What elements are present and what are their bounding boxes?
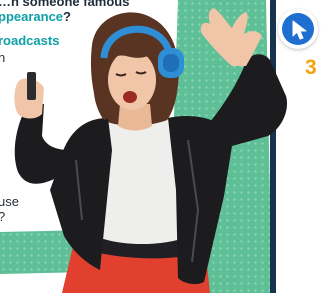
step-number: 3 bbox=[305, 56, 317, 79]
heading-line-2-accent: ppearance bbox=[0, 9, 64, 24]
scene: …n someone famous ppearance? roadcasts n… bbox=[0, 0, 325, 293]
mouth bbox=[123, 91, 137, 103]
heading-line-2: ppearance? bbox=[0, 9, 71, 24]
body-line-3: ? bbox=[0, 209, 5, 224]
heading-line-2-end: ? bbox=[63, 9, 71, 24]
cursor-button[interactable] bbox=[278, 9, 318, 49]
cursor-arrow-icon bbox=[292, 20, 307, 40]
heading-line-1: …n someone famous bbox=[0, 0, 130, 9]
body-line-1: n bbox=[0, 50, 6, 65]
body-line-2: use bbox=[0, 194, 19, 209]
navy-stripe bbox=[270, 0, 276, 293]
cursor-button-fill bbox=[282, 13, 314, 45]
phone bbox=[27, 72, 36, 100]
heading-line-3: roadcasts bbox=[0, 33, 60, 48]
